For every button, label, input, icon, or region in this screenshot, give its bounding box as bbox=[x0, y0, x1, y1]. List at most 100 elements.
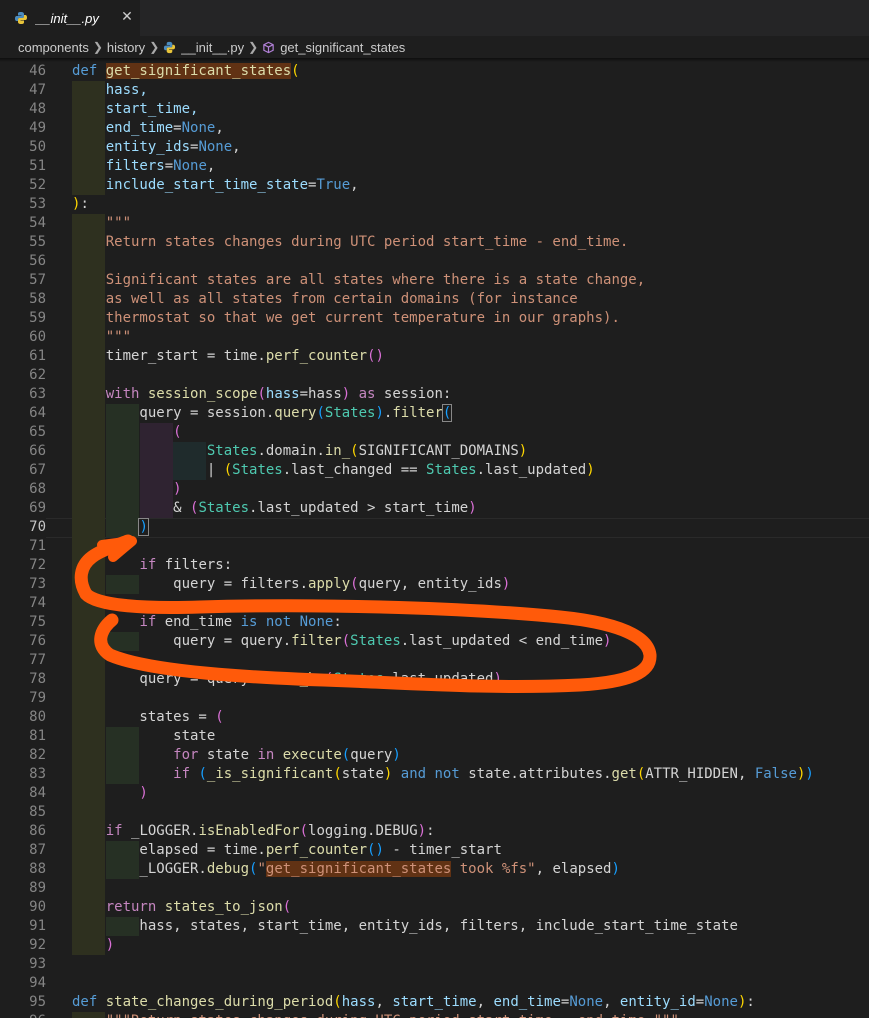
code-line[interactable]: 91 hass, states, start_time, entity_ids,… bbox=[0, 917, 869, 936]
code-line[interactable]: 65 ( bbox=[0, 423, 869, 442]
code-token: """ bbox=[72, 329, 132, 345]
code-line[interactable]: 68 ) bbox=[0, 480, 869, 499]
code-line[interactable]: 90 return states_to_json( bbox=[0, 898, 869, 917]
code-token: ) bbox=[493, 671, 502, 687]
code-line[interactable]: 79 bbox=[0, 689, 869, 708]
code-line[interactable]: 87 elapsed = time.perf_counter() - timer… bbox=[0, 841, 869, 860]
code-token: States bbox=[333, 671, 384, 687]
code-text: """Return states changes during UTC peri… bbox=[72, 1012, 679, 1018]
code-line[interactable]: 78 query = query.order_by(States.last_up… bbox=[0, 670, 869, 689]
code-line[interactable]: 83 if (_is_significant(state) and not st… bbox=[0, 765, 869, 784]
code-line[interactable]: 86 if _LOGGER.isEnabledFor(logging.DEBUG… bbox=[0, 822, 869, 841]
line-number: 61 bbox=[29, 348, 46, 364]
line-number: 79 bbox=[29, 690, 46, 706]
line-number: 46 bbox=[29, 63, 46, 79]
code-line[interactable]: 81 state bbox=[0, 727, 869, 746]
code-text: include_start_time_state=True, bbox=[72, 176, 359, 195]
code-token: for bbox=[173, 747, 207, 763]
line-number: 52 bbox=[29, 177, 46, 193]
code-text: query = query.order_by(States.last_updat… bbox=[72, 670, 502, 689]
code-token: in_ bbox=[324, 443, 351, 459]
code-line[interactable]: 46 def get_significant_states( bbox=[0, 62, 869, 81]
code-line[interactable]: 51 filters=None, bbox=[0, 157, 869, 176]
code-line[interactable]: 95 def state_changes_during_period(hass, … bbox=[0, 993, 869, 1012]
code-text: entity_ids=None, bbox=[72, 138, 241, 157]
code-line[interactable]: 64 query = session.query(States).filter( bbox=[0, 404, 869, 423]
code-token: ) bbox=[501, 576, 511, 592]
line-number: 50 bbox=[29, 139, 46, 155]
code-line[interactable]: 50 entity_ids=None, bbox=[0, 138, 869, 157]
code-token: Significant states are all states where … bbox=[72, 272, 646, 288]
close-icon[interactable]: ✕ bbox=[119, 9, 135, 25]
code-line[interactable]: 56 bbox=[0, 252, 869, 271]
code-line[interactable]: 61 timer_start = time.perf_counter() bbox=[0, 347, 869, 366]
code-line[interactable]: 67 | (States.last_changed == States.last… bbox=[0, 461, 869, 480]
code-token: with bbox=[105, 386, 148, 402]
code-text: start_time, bbox=[72, 100, 199, 119]
code-line[interactable]: 88 _LOGGER.debug("get_significant_states… bbox=[0, 860, 869, 879]
line-number: 55 bbox=[29, 234, 46, 250]
line-number: 56 bbox=[29, 253, 46, 269]
code-line[interactable]: 74 bbox=[0, 594, 869, 613]
code-token: _LOGGER. bbox=[72, 861, 207, 877]
line-number: 51 bbox=[29, 158, 46, 174]
code-line[interactable]: 73 query = filters.apply(query, entity_i… bbox=[0, 575, 869, 594]
line-number: 48 bbox=[29, 101, 46, 117]
editor-tab[interactable]: __init__.py ✕ bbox=[0, 0, 140, 36]
breadcrumb-item-file[interactable]: __init__.py bbox=[181, 40, 244, 55]
line-number: 53 bbox=[29, 196, 46, 212]
code-line[interactable]: 84 ) bbox=[0, 784, 869, 803]
code-line[interactable]: 72 if filters: bbox=[0, 556, 869, 575]
code-text: Return states changes during UTC period … bbox=[72, 233, 629, 252]
code-line[interactable]: 47 hass, bbox=[0, 81, 869, 100]
code-editor[interactable]: 46 def get_significant_states(47 hass, 48 … bbox=[0, 62, 869, 1018]
breadcrumb-item-components[interactable]: components bbox=[18, 40, 89, 55]
code-line[interactable]: 57 Significant states are all states whe… bbox=[0, 271, 869, 290]
code-line[interactable]: 48 start_time, bbox=[0, 100, 869, 119]
code-text: thermostat so that we get current temper… bbox=[72, 309, 620, 328]
code-text: elapsed = time.perf_counter() - timer_st… bbox=[72, 841, 502, 860]
code-line[interactable]: 52 include_start_time_state=True, bbox=[0, 176, 869, 195]
code-token: .last_updated bbox=[383, 671, 494, 687]
code-line[interactable]: 71 bbox=[0, 537, 869, 556]
code-line[interactable]: 66 States.domain.in_(SIGNIFICANT_DOMAINS… bbox=[0, 442, 869, 461]
chevron-right-icon: ❯ bbox=[248, 40, 259, 54]
code-token: , bbox=[603, 994, 620, 1010]
code-line[interactable]: 92 ) bbox=[0, 936, 869, 955]
code-line[interactable]: 69 & (States.last_updated > start_time) bbox=[0, 499, 869, 518]
code-line[interactable]: 76 query = query.filter(States.last_upda… bbox=[0, 632, 869, 651]
code-line[interactable]: 63 with session_scope(hass=hass) as sess… bbox=[0, 385, 869, 404]
code-line[interactable]: 80 states = ( bbox=[0, 708, 869, 727]
code-line[interactable]: 85 bbox=[0, 803, 869, 822]
code-token: as well as all states from certain domai… bbox=[72, 291, 578, 307]
code-line[interactable]: 77 bbox=[0, 651, 869, 670]
breadcrumb-item-symbol[interactable]: get_significant_states bbox=[280, 40, 405, 55]
code-line[interactable]: 96 """Return states changes during UTC p… bbox=[0, 1012, 869, 1018]
code-token: ( bbox=[282, 899, 292, 915]
code-line[interactable]: 82 for state in execute(query) bbox=[0, 746, 869, 765]
line-number: 57 bbox=[29, 272, 46, 288]
line-number: 67 bbox=[29, 462, 46, 478]
code-token: filters: bbox=[164, 557, 233, 573]
code-line[interactable]: 93 bbox=[0, 955, 869, 974]
line-number: 69 bbox=[29, 500, 46, 516]
code-line[interactable]: 54 """ bbox=[0, 214, 869, 233]
line-number: 72 bbox=[29, 557, 46, 573]
code-line[interactable]: 94 bbox=[0, 974, 869, 993]
indent-guide bbox=[72, 803, 105, 822]
code-line[interactable]: 59 thermostat so that we get current tem… bbox=[0, 309, 869, 328]
code-line[interactable]: 53): bbox=[0, 195, 869, 214]
code-line[interactable]: 60 """ bbox=[0, 328, 869, 347]
code-token: ) bbox=[375, 842, 384, 858]
code-line[interactable]: 75 if end_time is not None: bbox=[0, 613, 869, 632]
code-line[interactable]: 70 ) bbox=[0, 518, 869, 538]
code-line[interactable]: 62 bbox=[0, 366, 869, 385]
line-number: 62 bbox=[29, 367, 46, 383]
code-line[interactable]: 89 bbox=[0, 879, 869, 898]
code-line[interactable]: 49 end_time=None, bbox=[0, 119, 869, 138]
breadcrumb-item-history[interactable]: history bbox=[107, 40, 145, 55]
code-token: ) bbox=[72, 937, 115, 953]
code-line[interactable]: 55 Return states changes during UTC peri… bbox=[0, 233, 869, 252]
code-line[interactable]: 58 as well as all states from certain do… bbox=[0, 290, 869, 309]
